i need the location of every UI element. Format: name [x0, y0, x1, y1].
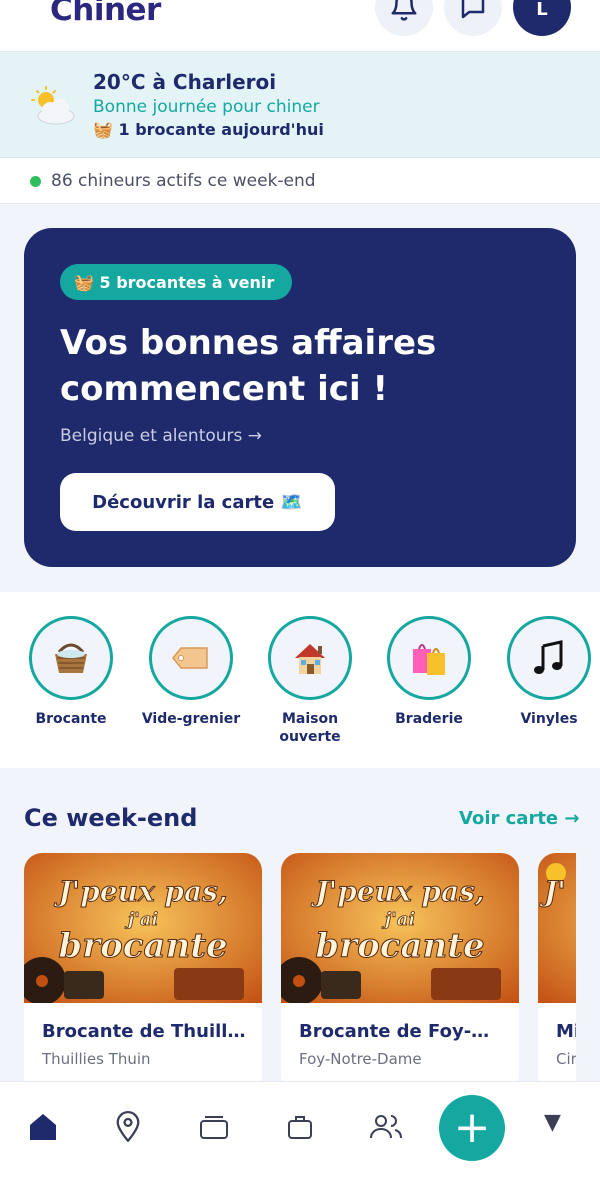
category-label: Vide-grenier	[141, 711, 241, 727]
category-maison-ouverte[interactable]: Maison ouverte	[255, 616, 365, 746]
hero-region-link[interactable]: Belgique et alentours →	[60, 426, 262, 446]
nav-map[interactable]	[108, 1110, 148, 1144]
online-dot	[30, 176, 41, 187]
shopping-bags-icon	[387, 616, 471, 700]
event-title: Brocante de Thuillies	[42, 1021, 247, 1042]
category-vinyles[interactable]: Vinyles	[494, 616, 600, 728]
music-note-icon	[507, 616, 591, 700]
category-row: Brocante Vide-grenier Maison ouverte Bra…	[0, 592, 600, 768]
bottom-navigation: + ▼	[0, 1081, 600, 1200]
nav-community[interactable]	[366, 1110, 406, 1144]
category-label: Brocante	[35, 711, 107, 727]
cards-icon	[200, 1116, 228, 1139]
poster-line-3: brocante	[58, 926, 227, 966]
discover-map-button[interactable]: Découvrir la carte 🗺️	[60, 473, 335, 531]
event-poster-image: J'peux pas, j'ai brocante	[24, 853, 262, 1003]
today-brocantes[interactable]: 🧺 1 brocante aujourd'hui	[93, 120, 324, 139]
nav-events[interactable]	[194, 1110, 234, 1144]
partly-cloudy-icon	[31, 86, 75, 125]
event-card[interactable]: J'peux pas, j'ai brocante Brocante de Th…	[24, 853, 262, 1081]
event-card[interactable]: J' Mi Cir	[538, 853, 576, 1081]
event-card[interactable]: J'peux pas, j'ai brocante Brocante de Fo…	[281, 853, 519, 1081]
poster-line-3: brocante	[315, 926, 484, 966]
avatar[interactable]: L	[513, 0, 571, 36]
section-title-weekend: Ce week-end	[24, 804, 198, 832]
weather-subtitle: Bonne journée pour chiner	[93, 97, 320, 117]
map-pin-icon	[116, 1111, 140, 1143]
app-logo[interactable]: Chiner	[50, 0, 161, 28]
hero-card: 🧺 5 brocantes à venir Vos bonnes affaire…	[24, 228, 576, 567]
category-label: Braderie	[395, 711, 463, 727]
notifications-button[interactable]	[375, 0, 433, 36]
hero-title: Vos bonnes affaires commencent ici !	[60, 323, 437, 409]
add-button[interactable]: +	[439, 1095, 505, 1161]
event-location: Foy-Notre-Dame	[299, 1050, 422, 1068]
home-icon	[30, 1114, 56, 1140]
event-poster-image: J'peux pas, j'ai brocante	[281, 853, 519, 1003]
weekend-carousel[interactable]: J'peux pas, j'ai brocante Brocante de Th…	[24, 853, 576, 1081]
svg-text:J': J'	[539, 875, 566, 908]
event-location: Thuillies Thuin	[42, 1050, 151, 1068]
category-vide-grenier[interactable]: Vide-grenier	[136, 616, 246, 728]
app-header: Chiner L	[0, 0, 600, 52]
poster-line-1: J'peux pas,	[310, 875, 484, 908]
category-braderie[interactable]: Braderie	[374, 616, 484, 728]
more-dropdown-icon[interactable]: ▼	[544, 1110, 561, 1135]
bag-icon	[288, 1116, 312, 1139]
event-title: Mi	[556, 1021, 576, 1042]
messages-button[interactable]	[444, 0, 502, 36]
tag-icon	[149, 616, 233, 700]
weather-banner: 20°C à Charleroi Bonne journée pour chin…	[0, 52, 600, 158]
basket-icon	[29, 616, 113, 700]
activity-text: 86 chineurs actifs ce week-end	[51, 171, 316, 191]
poster-line-1: J'peux pas,	[53, 875, 227, 908]
see-map-link[interactable]: Voir carte →	[459, 808, 579, 829]
event-poster-image: J'	[538, 853, 576, 1003]
weather-title: 20°C à Charleroi	[93, 70, 277, 94]
category-brocante[interactable]: Brocante	[16, 616, 126, 728]
event-title: Brocante de Foy-Notre-Dame	[299, 1021, 504, 1042]
nav-shop[interactable]	[280, 1110, 320, 1144]
activity-bar: 86 chineurs actifs ce week-end	[0, 158, 600, 204]
bell-icon	[391, 0, 417, 21]
category-label: Vinyles	[520, 711, 578, 727]
users-icon	[370, 1115, 402, 1139]
house-icon	[268, 616, 352, 700]
chat-icon	[461, 0, 485, 19]
event-location: Cir	[556, 1050, 576, 1068]
category-label: Maison ouverte	[279, 711, 341, 745]
nav-home[interactable]	[23, 1110, 63, 1144]
upcoming-badge[interactable]: 🧺 5 brocantes à venir	[60, 264, 293, 300]
